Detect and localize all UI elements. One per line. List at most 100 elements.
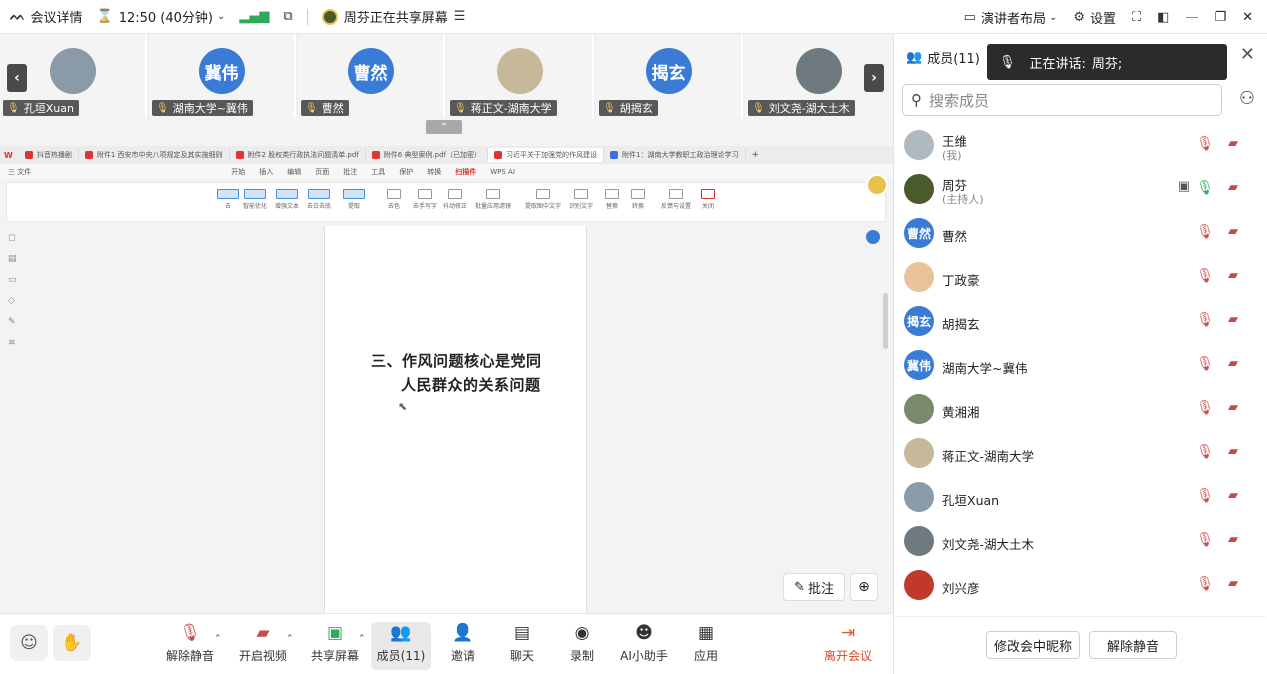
document-page[interactable]: 三、作风问题核心是党同 人民群众的关系问题	[324, 226, 587, 613]
wps-tab[interactable]: 附件1 西安市中央八项规定及其实施细则	[79, 148, 230, 162]
video-off-icon[interactable]: ▰	[1228, 356, 1238, 371]
wps-menu-item[interactable]: 工具	[371, 167, 385, 177]
video-off-icon[interactable]: ▰	[1228, 444, 1238, 459]
ribbon-button[interactable]: 反馈与设置	[661, 189, 691, 210]
wps-menu-item[interactable]: 保护	[399, 167, 413, 177]
ribbon-button[interactable]: 识别文字	[569, 189, 593, 210]
video-off-icon[interactable]: ▰	[1228, 532, 1238, 547]
ribbon-button[interactable]: 去色	[387, 189, 401, 210]
apps-button[interactable]: ▦ 应用	[676, 622, 736, 670]
ribbon-button[interactable]: 关闭	[701, 189, 715, 210]
ribbon-button[interactable]: 智能优化	[243, 189, 267, 210]
rename-button[interactable]: 修改会中昵称	[986, 631, 1080, 659]
ai-float-icon[interactable]	[866, 230, 880, 244]
close-button[interactable]: ✕	[1242, 10, 1253, 25]
presenter-layout-button[interactable]: ▭ 演讲者布局 ⌄	[964, 8, 1058, 27]
thumbnail-icon[interactable]: ▤	[8, 254, 20, 275]
bookmark-icon[interactable]: ◻	[8, 233, 20, 254]
close-panel-button[interactable]: ✕	[1240, 44, 1255, 65]
ribbon-button[interactable]: 提取图中文字	[525, 189, 561, 210]
fullscreen-button[interactable]: ⛶	[1132, 10, 1141, 25]
wps-tab-active[interactable]: 习近平关于加强党的作风建设	[488, 148, 605, 162]
add-tab-icon[interactable]: +	[752, 150, 760, 160]
strip-next-button[interactable]: ›	[864, 64, 884, 92]
video-off-icon[interactable]: ▰	[1228, 136, 1238, 151]
leave-meeting-button[interactable]: ⇥ 离开会议	[818, 622, 878, 670]
video-off-icon[interactable]: ▰	[1228, 180, 1238, 195]
ribbon-button[interactable]: 提取	[343, 189, 365, 210]
invite-button[interactable]: 👤 邀请	[433, 622, 493, 670]
member-row[interactable]: 揭玄 胡揭玄 🎙 ▰	[894, 300, 1266, 344]
member-row[interactable]: 黄湘湘 🎙 ▰	[894, 388, 1266, 432]
video-tile[interactable]: 曹然 🎙 曹然	[298, 34, 445, 118]
mic-on-icon[interactable]: 🎙	[1196, 180, 1214, 196]
shared-screen[interactable]: ⌃ W 抖音热播剧 附件1 西安市中央八项规定及其实施细则 附件2 股权类行政执…	[0, 118, 893, 613]
muted-mic-icon[interactable]: 🎙	[1196, 444, 1214, 460]
minimize-button[interactable]: —	[1185, 10, 1198, 25]
member-row[interactable]: 周芬 (主持人) ▣ 🎙 ▰	[894, 168, 1266, 212]
muted-mic-icon[interactable]: 🎙	[1196, 356, 1214, 372]
meeting-details[interactable]: ᨓ 会议详情	[10, 7, 83, 26]
ribbon-button[interactable]: 增强文本	[275, 189, 299, 210]
muted-mic-icon[interactable]: 🎙	[1196, 312, 1214, 328]
mic-options-caret[interactable]: ⌃	[214, 634, 222, 644]
layers-icon[interactable]: ≋	[8, 338, 20, 359]
member-row[interactable]: 刘文尧-湖大土木 🎙 ▰	[894, 520, 1266, 564]
search-members-input[interactable]: ⚲ 搜索成员	[902, 84, 1222, 116]
wps-ai-menu[interactable]: WPS AI	[490, 168, 515, 176]
muted-mic-icon[interactable]: 🎙	[1196, 532, 1214, 548]
emoji-button[interactable]: ☺	[10, 625, 48, 661]
video-off-icon[interactable]: ▰	[1228, 400, 1238, 415]
settings-button[interactable]: ⚙ 设置	[1073, 8, 1116, 27]
wps-menu-item-active[interactable]: 扫描件	[455, 167, 476, 177]
chat-button[interactable]: ▤ 聊天	[492, 622, 552, 670]
sidebar-toggle-button[interactable]: ◧	[1157, 10, 1169, 25]
video-off-icon[interactable]: ▰	[1228, 576, 1238, 591]
start-video-button[interactable]: ▰ 开启视频	[233, 622, 293, 670]
muted-mic-icon[interactable]: 🎙	[1196, 400, 1214, 416]
video-off-icon[interactable]: ▰	[1228, 312, 1238, 327]
pen-icon[interactable]: ✎	[8, 317, 20, 338]
signal-indicator[interactable]: ▂▄▆	[239, 9, 269, 24]
raise-hand-button[interactable]: ✋	[53, 625, 91, 661]
video-tile[interactable]: 揭玄 🎙 胡揭玄	[596, 34, 743, 118]
wps-file-menu[interactable]: 三 文件	[8, 167, 31, 177]
scrollbar[interactable]	[883, 293, 888, 349]
wps-menu-item[interactable]: 页面	[315, 167, 329, 177]
meeting-timer[interactable]: ⌛ 12:50 (40分钟) ⌄	[97, 7, 226, 26]
muted-mic-icon[interactable]: 🎙	[1196, 576, 1214, 592]
wps-menu-item[interactable]: 转换	[427, 167, 441, 177]
muted-mic-icon[interactable]: 🎙	[1196, 136, 1214, 152]
wps-menu-item[interactable]: 开始	[231, 167, 245, 177]
wps-tab[interactable]: 抖音热播剧	[19, 148, 79, 162]
wps-menu-item[interactable]: 编辑	[287, 167, 301, 177]
sharing-status[interactable]: 周芬正在共享屏幕 ☰	[321, 7, 465, 26]
share-options-caret[interactable]: ⌃	[358, 634, 366, 644]
muted-mic-icon[interactable]: 🎙	[1196, 224, 1214, 240]
invite-member-button[interactable]: ⚇	[1239, 88, 1255, 109]
member-row[interactable]: 丁政豪 🎙 ▰	[894, 256, 1266, 300]
comment-icon[interactable]: ▭	[8, 275, 20, 296]
ribbon-button[interactable]: 去白去底	[307, 189, 331, 210]
members-button[interactable]: 👥 成员(11)	[371, 622, 431, 670]
collapse-strip-button[interactable]: ⌃	[426, 120, 462, 134]
ribbon-button[interactable]: 替换	[605, 189, 619, 210]
ribbon-button[interactable]: 抖动修正	[443, 189, 467, 210]
zoom-button[interactable]: ⊕	[850, 573, 878, 601]
ai-assistant-button[interactable]: ☻ AI小助手	[614, 622, 674, 670]
ribbon-button[interactable]: 批量应用滤镜	[475, 189, 511, 210]
ribbon-button[interactable]: 转换	[631, 189, 645, 210]
video-off-icon[interactable]: ▰	[1228, 224, 1238, 239]
video-options-caret[interactable]: ⌃	[286, 634, 294, 644]
ribbon-button[interactable]: 去手写字	[413, 189, 437, 210]
wps-tab[interactable]: 附件6 典型案例.pdf（已加密）	[366, 148, 489, 162]
muted-mic-icon[interactable]: 🎙	[1196, 488, 1214, 504]
wps-menu-item[interactable]: 批注	[343, 167, 357, 177]
annotate-button[interactable]: ✎ 批注	[783, 573, 845, 601]
share-screen-button[interactable]: ▣ 共享屏幕	[305, 622, 365, 670]
unmute-button[interactable]: 🎙 解除静音	[160, 622, 220, 670]
member-row[interactable]: 王维 (我) 🎙 ▰	[894, 124, 1266, 168]
wps-menu-item[interactable]: 插入	[259, 167, 273, 177]
member-row[interactable]: 刘兴彦 🎙 ▰	[894, 564, 1266, 608]
popout-button[interactable]: ⧉	[283, 9, 292, 24]
